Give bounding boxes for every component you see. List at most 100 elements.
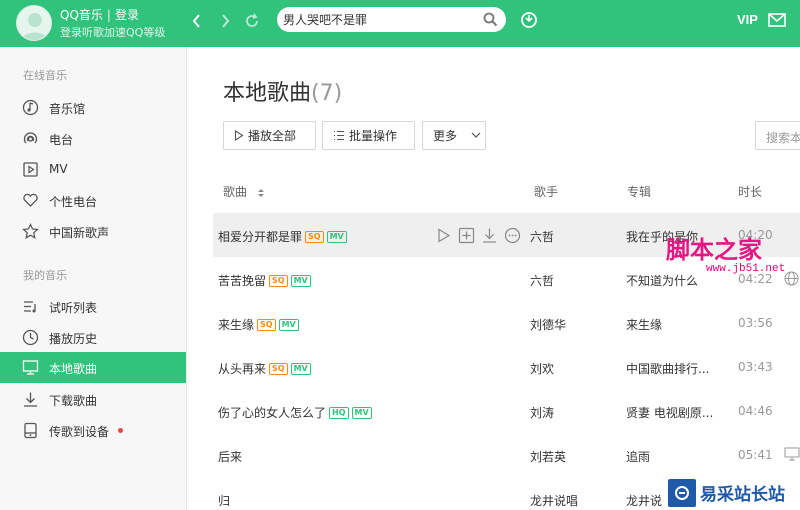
local-search-input[interactable]: 搜索本 (755, 121, 800, 150)
more-options-icon[interactable] (504, 227, 521, 244)
login-link[interactable]: 登录 (115, 8, 139, 22)
refresh-icon (246, 13, 258, 27)
column-album[interactable]: 专辑 (627, 183, 651, 200)
watermark-text: 脚本之家 (666, 235, 762, 264)
table-row[interactable]: 后来 刘若英 追雨 05:41 (213, 433, 800, 477)
song-title[interactable]: 相爱分开都是罪 (218, 228, 302, 245)
globe-icon (784, 271, 799, 286)
chevron-left-icon (192, 14, 200, 28)
sq-badge: SQ (305, 230, 324, 243)
column-duration[interactable]: 时长 (738, 183, 762, 200)
notification-dot (118, 428, 123, 433)
chevron-right-icon (222, 14, 230, 28)
list-icon (334, 130, 344, 141)
sq-badge: SQ (257, 318, 276, 331)
star-icon (22, 223, 39, 240)
back-button[interactable] (187, 11, 207, 31)
sidebar-item-downloads[interactable]: 下载歌曲 (0, 384, 186, 415)
sidebar-item-history[interactable]: 播放历史 (0, 322, 186, 353)
mv-badge[interactable]: MV (326, 230, 347, 243)
mv-badge[interactable]: MV (290, 274, 311, 287)
sidebar-item-trial-list[interactable]: 试听列表 (0, 291, 186, 322)
sidebar-item-mv[interactable]: MV (0, 154, 186, 185)
clock-icon (22, 329, 39, 346)
playlist-icon (24, 301, 36, 313)
device-icon (24, 422, 37, 439)
batch-operation-button[interactable]: 批量操作 (322, 121, 415, 150)
play-icon[interactable] (435, 227, 452, 244)
sidebar-item-local-songs[interactable]: 本地歌曲 (0, 352, 186, 383)
listen-recognize-icon[interactable] (520, 11, 538, 29)
album-link[interactable]: 追雨 (626, 448, 650, 465)
table-row[interactable]: 伤了心的女人怎么了 HQ MV 刘涛 贤妻 电视剧原... 04:46 (213, 389, 800, 433)
sq-badge: SQ (269, 362, 288, 375)
search-input[interactable] (283, 10, 473, 29)
sidebar-item-new-voice[interactable]: 中国新歌声 (0, 216, 186, 247)
table-row[interactable]: 从头再来 SQ MV 刘欢 中国歌曲排行... 03:43 (213, 345, 800, 389)
album-link[interactable]: 来生缘 (626, 316, 662, 333)
watermark-url: www.jb51.net (706, 263, 786, 275)
play-icon (234, 130, 244, 141)
logo-mark-icon (668, 478, 696, 507)
mv-badge[interactable]: MV (351, 406, 372, 419)
mv-icon (23, 162, 38, 177)
table-row[interactable]: 来生缘 SQ MV 刘德华 来生缘 03:56 (213, 301, 800, 345)
duration: 05:41 (738, 448, 773, 462)
song-title[interactable]: 后来 (218, 448, 242, 465)
singer-link[interactable]: 刘欢 (530, 360, 554, 377)
refresh-button[interactable] (242, 11, 262, 31)
mv-badge[interactable]: MV (290, 362, 311, 375)
monitor-icon (22, 360, 39, 375)
album-link[interactable]: 龙井说 (626, 492, 662, 509)
add-icon[interactable] (458, 227, 475, 244)
song-title[interactable]: 来生缘 (218, 316, 254, 333)
vip-button[interactable]: VIP (737, 12, 758, 27)
title-bar: QQ音乐|登录 登录听歌加速QQ等级 VIP (0, 0, 800, 47)
login-hint[interactable]: 登录听歌加速QQ等级 (60, 24, 165, 40)
music-hall-icon (22, 99, 39, 116)
column-song[interactable]: 歌曲 (223, 183, 265, 200)
column-singer[interactable]: 歌手 (534, 183, 558, 200)
download-icon[interactable] (481, 227, 498, 244)
main-content: 本地歌曲(7) 播放全部 批量操作 更多 搜索本 歌曲 歌手 专辑 时长 相爱分… (187, 47, 800, 510)
more-button[interactable]: 更多 (422, 121, 486, 150)
forward-button[interactable] (215, 11, 235, 31)
duration: 03:56 (738, 316, 773, 330)
chevron-down-icon (471, 132, 481, 138)
song-title[interactable]: 伤了心的女人怎么了 (218, 404, 326, 421)
singer-link[interactable]: 刘涛 (530, 404, 554, 421)
mail-icon[interactable] (768, 13, 786, 27)
song-title[interactable]: 苦苦挽留 (218, 272, 266, 289)
singer-link[interactable]: 龙井说唱 (530, 492, 578, 509)
search-bar (277, 7, 506, 32)
avatar[interactable] (16, 5, 52, 41)
duration: 04:46 (738, 404, 773, 418)
singer-link[interactable]: 刘若英 (530, 448, 566, 465)
album-link[interactable]: 贤妻 电视剧原... (626, 404, 713, 421)
download-icon (24, 392, 37, 407)
sidebar-item-music-hall[interactable]: 音乐馆 (0, 92, 186, 123)
user-icon (22, 13, 48, 40)
mv-badge[interactable]: MV (278, 318, 299, 331)
singer-link[interactable]: 刘德华 (530, 316, 566, 333)
sidebar-item-transfer-device[interactable]: 传歌到设备 (0, 415, 186, 446)
song-title[interactable]: 归 (218, 492, 230, 509)
album-link[interactable]: 不知道为什么 (626, 272, 698, 289)
singer-link[interactable]: 六哲 (530, 272, 554, 289)
watermark-logo: 易采站长站 (666, 475, 800, 510)
section-my-music: 我的音乐 (23, 269, 67, 282)
page-title: 本地歌曲(7) (223, 81, 343, 106)
album-link[interactable]: 中国歌曲排行... (626, 360, 709, 377)
song-title[interactable]: 从头再来 (218, 360, 266, 377)
singer-link[interactable]: 六哲 (530, 228, 554, 245)
heart-icon (23, 193, 38, 207)
sq-badge: SQ (269, 274, 288, 287)
search-icon[interactable] (483, 12, 498, 27)
sidebar-item-radio[interactable]: 电台 (0, 123, 186, 154)
sidebar: 在线音乐 音乐馆 电台 MV 个性电台 中国新歌声 我的音乐 试听列表 播放历史… (0, 47, 187, 510)
sidebar-item-personal-radio[interactable]: 个性电台 (0, 185, 186, 216)
screen-icon (784, 447, 800, 461)
section-online-music: 在线音乐 (23, 69, 67, 82)
play-all-button[interactable]: 播放全部 (223, 121, 316, 150)
radio-icon (23, 132, 38, 144)
